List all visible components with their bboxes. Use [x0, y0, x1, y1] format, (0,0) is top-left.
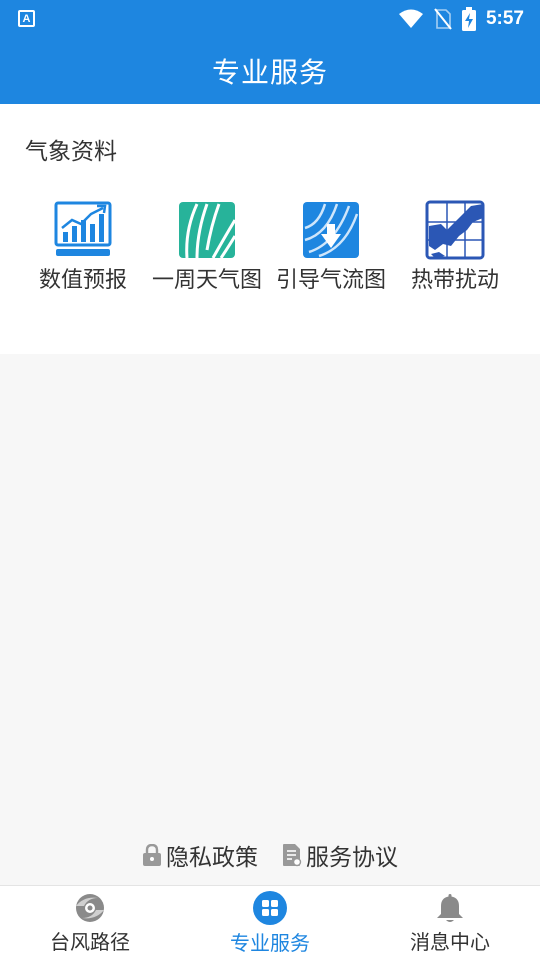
weekly-weather-map-label: 一周天气图	[152, 268, 263, 293]
grid-icon	[253, 890, 287, 925]
typhoon-icon	[76, 893, 104, 922]
steering-flow-map-item[interactable]: 引导气流图	[269, 200, 393, 294]
nav-professional-services[interactable]: 专业服务	[180, 886, 360, 960]
app-notification-icon: A	[18, 10, 35, 27]
no-sim-icon	[434, 7, 452, 30]
status-bar: A 5:57	[0, 0, 540, 37]
section-title: 气象资料	[25, 139, 117, 165]
numerical-forecast-item[interactable]: 数值预报	[21, 200, 145, 294]
footer-links: 隐私政策 服务协议	[0, 838, 540, 872]
service-agreement-link[interactable]: 服务协议	[282, 838, 398, 872]
privacy-policy-label: 隐私政策	[166, 845, 258, 871]
meteorological-data-card: 气象资料 数值预报 一周天气图 引导气流图 热带扰动	[0, 104, 540, 354]
tropical-disturbance-icon	[425, 200, 485, 260]
bottom-nav: 台风路径 专业服务 消息中心	[0, 885, 540, 960]
privacy-policy-link[interactable]: 隐私政策	[142, 838, 258, 872]
nav-professional-services-label: 专业服务	[230, 930, 310, 955]
service-agreement-label: 服务协议	[306, 845, 398, 871]
lock-icon	[143, 844, 161, 866]
weather-map-icon	[179, 202, 237, 259]
nav-message-center[interactable]: 消息中心	[360, 886, 540, 960]
battery-charging-icon	[461, 6, 476, 31]
bell-icon	[437, 893, 463, 922]
tropical-disturbance-label: 热带扰动	[410, 268, 499, 293]
app-header: 专业服务	[0, 37, 540, 104]
nav-typhoon-path[interactable]: 台风路径	[0, 886, 180, 960]
page-title: 专业服务	[211, 55, 328, 89]
status-time: 5:57	[485, 7, 524, 29]
nav-message-center-label: 消息中心	[410, 929, 490, 954]
weekly-weather-map-item[interactable]: 一周天气图	[145, 200, 269, 294]
document-icon	[283, 844, 302, 867]
wifi-icon	[398, 9, 423, 28]
tropical-disturbance-item[interactable]: 热带扰动	[393, 200, 517, 294]
steering-flow-icon	[303, 202, 359, 258]
chart-trend-icon	[54, 201, 112, 256]
nav-typhoon-path-label: 台风路径	[50, 929, 130, 954]
steering-flow-map-label: 引导气流图	[276, 268, 387, 293]
numerical-forecast-label: 数值预报	[38, 268, 127, 293]
